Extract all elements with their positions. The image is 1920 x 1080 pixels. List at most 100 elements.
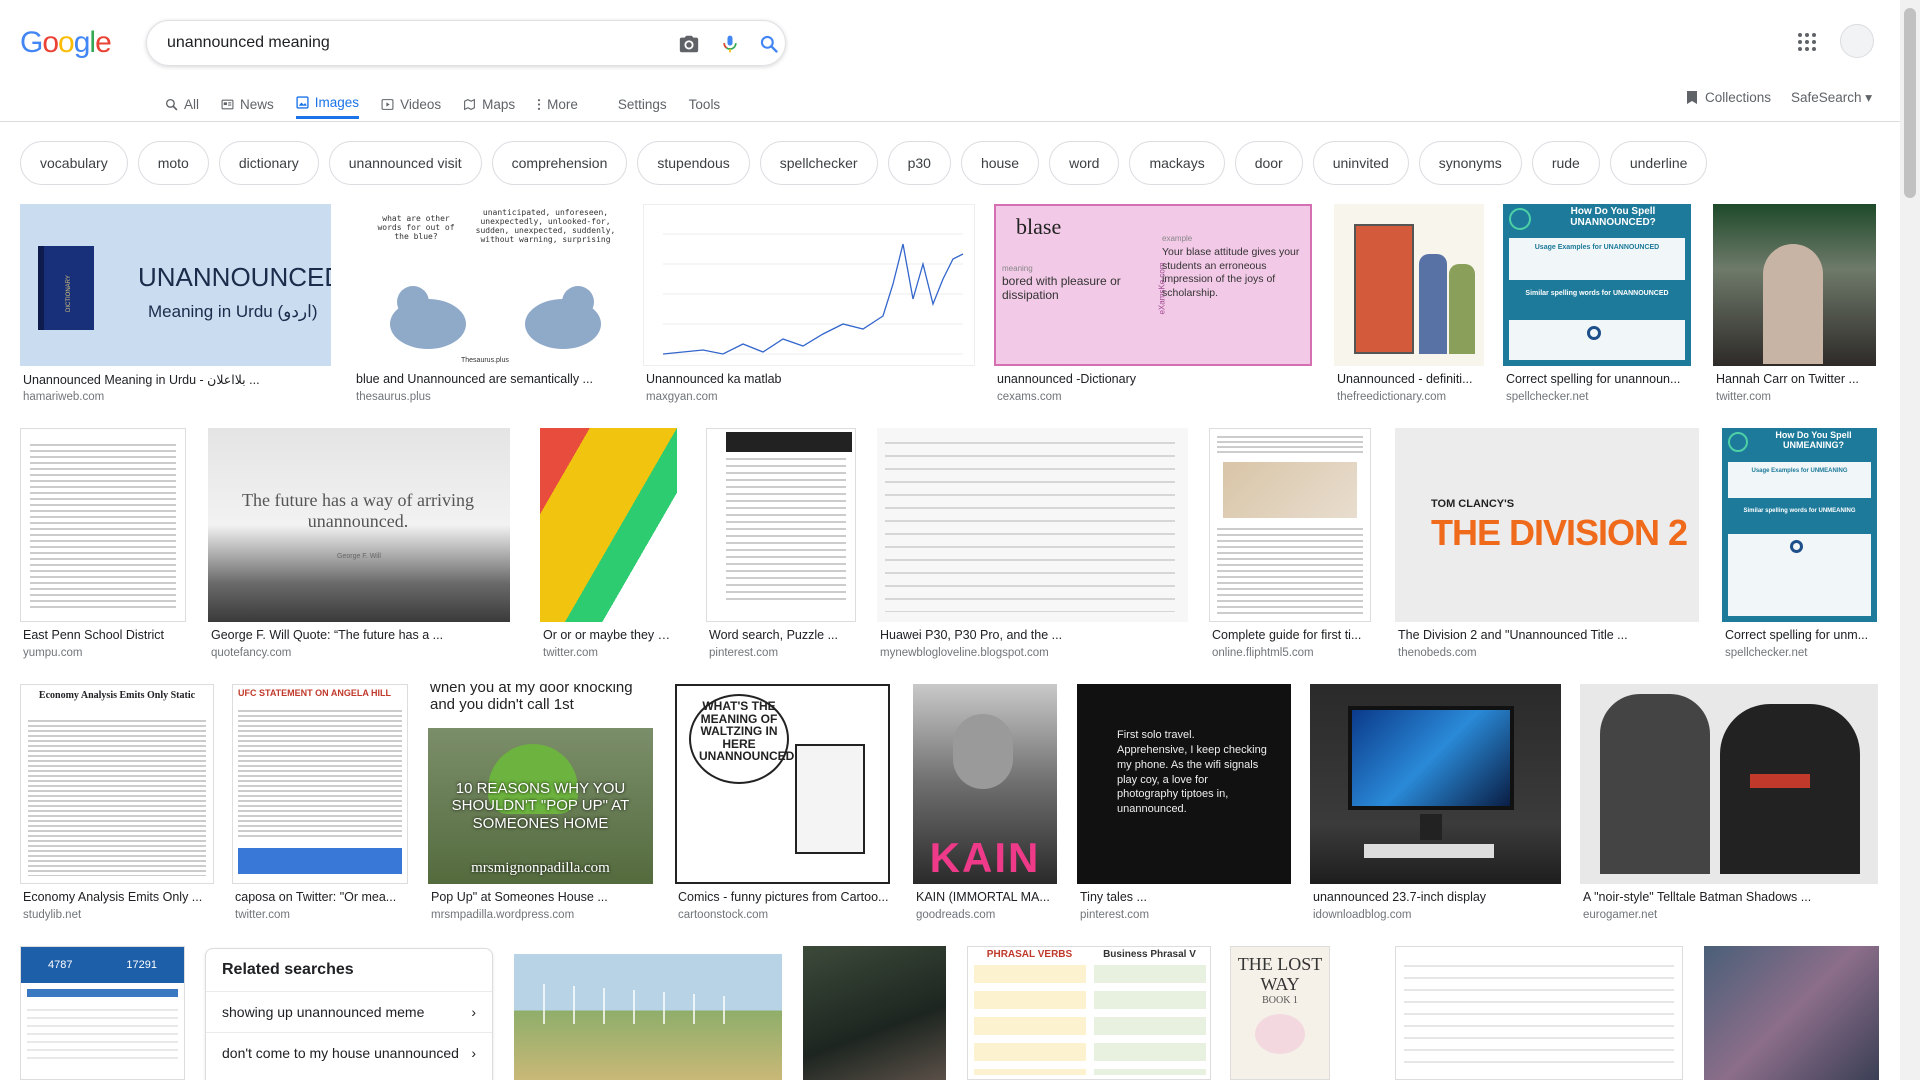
image-result[interactable]: when you at my door knocking and you did… bbox=[428, 684, 653, 926]
chip-synonyms[interactable]: synonyms bbox=[1418, 141, 1522, 185]
google-logo[interactable]: Google bbox=[20, 26, 112, 60]
scrollbar[interactable] bbox=[1900, 0, 1920, 1080]
camera-icon[interactable] bbox=[677, 32, 701, 56]
result-caption[interactable]: Or or or maybe they em... bbox=[543, 628, 676, 642]
image-result[interactable]: KAIN KAIN (IMMORTAL MA... goodreads.com bbox=[913, 684, 1057, 926]
tools-link[interactable]: Tools bbox=[689, 89, 721, 119]
image-result[interactable]: East Penn School District yumpu.com bbox=[20, 428, 186, 664]
result-caption[interactable]: East Penn School District bbox=[23, 628, 185, 642]
chip-comprehension[interactable]: comprehension bbox=[491, 141, 628, 185]
result-caption[interactable]: Pop Up" at Someones House ... bbox=[431, 890, 652, 904]
chip-vocabulary[interactable]: vocabulary bbox=[20, 141, 128, 185]
image-thumbnail[interactable] bbox=[706, 428, 856, 622]
image-thumbnail[interactable] bbox=[1209, 428, 1371, 622]
safesearch-dropdown[interactable]: SafeSearch ▾ bbox=[1791, 90, 1872, 106]
avatar[interactable] bbox=[1840, 24, 1874, 58]
collections-link[interactable]: Collections bbox=[1686, 90, 1771, 105]
related-search-item[interactable]: don't come to my house unannounced › bbox=[206, 1032, 492, 1073]
chip-spellchecker[interactable]: spellchecker bbox=[759, 141, 878, 185]
image-result[interactable]: unannounced 23.7-inch display idownloadb… bbox=[1310, 684, 1561, 926]
image-result[interactable]: what are other words for out of the blue… bbox=[353, 204, 624, 408]
result-caption[interactable]: Word search, Puzzle ... bbox=[709, 628, 855, 642]
image-result[interactable]: Economy Analysis Emits Only Static Econo… bbox=[20, 684, 214, 926]
image-thumbnail[interactable] bbox=[1334, 204, 1484, 366]
chip-mackays[interactable]: mackays bbox=[1129, 141, 1225, 185]
result-caption[interactable]: Comics - funny pictures from Cartoo... bbox=[678, 890, 889, 904]
image-result[interactable]: A "noir-style" Telltale Batman Shadows .… bbox=[1580, 684, 1878, 926]
image-result[interactable]: Or or or maybe they em... twitter.com bbox=[540, 428, 677, 664]
image-thumbnail[interactable]: WHAT'S THE MEANING OF WALTZING IN HERE U… bbox=[675, 684, 890, 884]
tab-maps[interactable]: Maps bbox=[463, 89, 515, 119]
result-caption[interactable]: Unannounced ka matlab bbox=[646, 372, 974, 386]
image-thumbnail[interactable] bbox=[1704, 946, 1879, 1080]
image-thumbnail[interactable]: what are other words for out of the blue… bbox=[353, 204, 624, 366]
result-caption[interactable]: unannounced 23.7-inch display bbox=[1313, 890, 1560, 904]
chip-unannounced-visit[interactable]: unannounced visit bbox=[328, 141, 482, 185]
chip-uninvited[interactable]: uninvited bbox=[1312, 141, 1409, 185]
image-thumbnail[interactable]: 4787 17291 bbox=[20, 946, 185, 1080]
result-caption[interactable]: George F. Will Quote: “The future has a … bbox=[211, 628, 509, 642]
image-thumbnail[interactable]: when you at my door knocking and you did… bbox=[428, 684, 653, 884]
tab-videos[interactable]: Videos bbox=[381, 89, 441, 119]
image-result[interactable]: WHAT'S THE MEANING OF WALTZING IN HERE U… bbox=[675, 684, 890, 926]
image-thumbnail[interactable]: KAIN bbox=[913, 684, 1057, 884]
image-thumbnail[interactable] bbox=[1713, 204, 1876, 366]
result-caption[interactable]: Economy Analysis Emits Only ... bbox=[23, 890, 213, 904]
image-thumbnail[interactable] bbox=[20, 428, 186, 622]
image-result[interactable]: Huawei P30, P30 Pro, and the ... mynewbl… bbox=[877, 428, 1188, 664]
related-search-item[interactable]: showing up unannounced meme › bbox=[206, 991, 492, 1032]
image-result[interactable]: How Do You Spell UNANNOUNCED? Usage Exam… bbox=[1503, 204, 1691, 408]
image-thumbnail[interactable]: blase meaning bored with pleasure or dis… bbox=[994, 204, 1312, 366]
image-thumbnail[interactable]: The future has a way of arriving unannou… bbox=[208, 428, 510, 622]
image-result[interactable]: TOM CLANCY'S THE DIVISION 2 The Division… bbox=[1395, 428, 1699, 664]
chip-underline[interactable]: underline bbox=[1609, 141, 1708, 185]
image-result[interactable]: Unannounced ka matlab maxgyan.com bbox=[643, 204, 975, 408]
result-caption[interactable]: caposa on Twitter: "Or mea... bbox=[235, 890, 407, 904]
chip-rude[interactable]: rude bbox=[1531, 141, 1600, 185]
chip-word[interactable]: word bbox=[1049, 141, 1120, 185]
image-thumbnail[interactable]: Economy Analysis Emits Only Static bbox=[20, 684, 214, 884]
result-caption[interactable]: Tiny tales ... bbox=[1080, 890, 1290, 904]
chip-door[interactable]: door bbox=[1234, 141, 1303, 185]
settings-link[interactable]: Settings bbox=[618, 89, 667, 119]
image-thumbnail[interactable]: How Do You Spell UNANNOUNCED? Usage Exam… bbox=[1503, 204, 1691, 366]
image-thumbnail[interactable]: TOM CLANCY'S THE DIVISION 2 bbox=[1395, 428, 1699, 622]
result-caption[interactable]: Huawei P30, P30 Pro, and the ... bbox=[880, 628, 1187, 642]
chip-stupendous[interactable]: stupendous bbox=[637, 141, 750, 185]
result-caption[interactable]: blue and Unannounced are semantically ..… bbox=[356, 372, 623, 386]
image-thumbnail[interactable] bbox=[803, 946, 946, 1080]
image-result[interactable]: blase meaning bored with pleasure or dis… bbox=[994, 204, 1312, 408]
image-thumbnail[interactable]: UFC STATEMENT ON ANGELA HILL bbox=[232, 684, 408, 884]
image-thumbnail[interactable]: PHRASAL VERBS Business Phrasal V bbox=[967, 946, 1211, 1080]
result-caption[interactable]: unannounced -Dictionary bbox=[997, 372, 1311, 386]
search-input[interactable]: unannounced meaning bbox=[167, 34, 330, 52]
image-result[interactable]: UFC STATEMENT ON ANGELA HILL caposa on T… bbox=[232, 684, 408, 926]
result-caption[interactable]: Unannounced Meaning in Urdu - بلااعلان .… bbox=[23, 372, 330, 387]
chip-p30[interactable]: p30 bbox=[887, 141, 951, 185]
result-caption[interactable]: Correct spelling for unm... bbox=[1725, 628, 1876, 642]
image-result[interactable]: First solo travel. Apprehensive, I keep … bbox=[1077, 684, 1291, 926]
image-thumbnail[interactable] bbox=[540, 428, 677, 622]
apps-grid-icon[interactable] bbox=[1795, 30, 1819, 54]
chip-house[interactable]: house bbox=[960, 141, 1040, 185]
result-caption[interactable]: Hannah Carr on Twitter ... bbox=[1716, 372, 1875, 386]
result-caption[interactable]: A "noir-style" Telltale Batman Shadows .… bbox=[1583, 890, 1877, 904]
image-thumbnail[interactable] bbox=[877, 428, 1188, 622]
image-result[interactable]: Word search, Puzzle ... pinterest.com bbox=[706, 428, 856, 664]
image-thumbnail[interactable]: First solo travel. Apprehensive, I keep … bbox=[1077, 684, 1291, 884]
image-result[interactable]: The future has a way of arriving unannou… bbox=[208, 428, 510, 664]
result-caption[interactable]: Correct spelling for unannoun... bbox=[1506, 372, 1690, 386]
result-caption[interactable]: Unannounced - definiti... bbox=[1337, 372, 1483, 386]
image-result[interactable]: Complete guide for first ti... online.fl… bbox=[1209, 428, 1371, 664]
tab-more[interactable]: More bbox=[537, 89, 578, 119]
tab-news[interactable]: News bbox=[221, 89, 274, 119]
chip-moto[interactable]: moto bbox=[137, 141, 209, 185]
chip-dictionary[interactable]: dictionary bbox=[218, 141, 319, 185]
search-icon[interactable] bbox=[757, 32, 781, 56]
result-caption[interactable]: KAIN (IMMORTAL MA... bbox=[916, 890, 1056, 904]
image-thumbnail[interactable] bbox=[1310, 684, 1561, 884]
search-box[interactable]: unannounced meaning bbox=[146, 20, 786, 66]
microphone-icon[interactable] bbox=[718, 32, 742, 56]
image-thumbnail[interactable]: DICTIONARY UNANNOUNCED Meaning in Urdu (… bbox=[20, 204, 331, 366]
image-thumbnail[interactable] bbox=[514, 954, 782, 1080]
